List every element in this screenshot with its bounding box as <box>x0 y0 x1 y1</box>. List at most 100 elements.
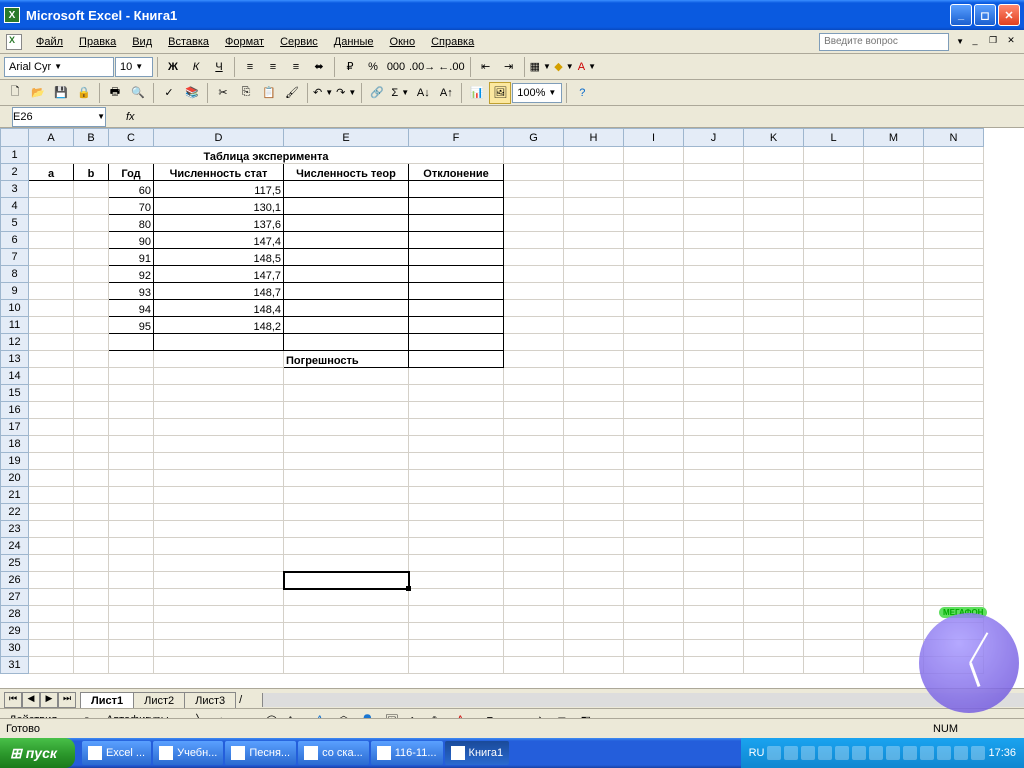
cell-C13[interactable] <box>109 351 154 368</box>
cell-L18[interactable] <box>804 436 864 453</box>
cell-I2[interactable] <box>624 164 684 181</box>
cell-A24[interactable] <box>29 538 74 555</box>
cell-K23[interactable] <box>744 521 804 538</box>
hyperlink-button[interactable]: 🔗 <box>366 82 388 104</box>
cell-E26[interactable] <box>284 572 409 589</box>
cell-N3[interactable] <box>924 181 984 198</box>
cell-J25[interactable] <box>684 555 744 572</box>
cell-D18[interactable] <box>154 436 284 453</box>
cell-K26[interactable] <box>744 572 804 589</box>
cell-A3[interactable] <box>29 181 74 198</box>
col-header-N[interactable]: N <box>924 129 984 147</box>
percent-button[interactable]: % <box>362 56 384 78</box>
cell-B29[interactable] <box>74 623 109 640</box>
cell-N23[interactable] <box>924 521 984 538</box>
cell-H10[interactable] <box>564 300 624 317</box>
grid[interactable]: ABCDEFGHIJKLMN1Таблица эксперимента2abГо… <box>0 128 984 674</box>
cell-N18[interactable] <box>924 436 984 453</box>
row-header-2[interactable]: 2 <box>1 164 29 181</box>
cell-L19[interactable] <box>804 453 864 470</box>
row-header-13[interactable]: 13 <box>1 351 29 368</box>
cell-C19[interactable] <box>109 453 154 470</box>
cell-L17[interactable] <box>804 419 864 436</box>
borders-button[interactable]: ▦▼ <box>529 56 552 78</box>
cell-J3[interactable] <box>684 181 744 198</box>
cell-G1[interactable] <box>504 147 564 164</box>
cell-F6[interactable] <box>409 232 504 249</box>
cell-H27[interactable] <box>564 589 624 606</box>
cell-E27[interactable] <box>284 589 409 606</box>
cell-D11[interactable]: 148,2 <box>154 317 284 334</box>
cell-E9[interactable] <box>284 283 409 300</box>
menu-data[interactable]: Данные <box>326 34 382 50</box>
cell-N27[interactable] <box>924 589 984 606</box>
cell-F17[interactable] <box>409 419 504 436</box>
cell-C4[interactable]: 70 <box>109 198 154 215</box>
tray-icon[interactable] <box>835 746 849 760</box>
cell-J31[interactable] <box>684 657 744 674</box>
cell-H3[interactable] <box>564 181 624 198</box>
row-header-31[interactable]: 31 <box>1 657 29 674</box>
cell-L9[interactable] <box>804 283 864 300</box>
cell-K22[interactable] <box>744 504 804 521</box>
row-header-5[interactable]: 5 <box>1 215 29 232</box>
cell-M13[interactable] <box>864 351 924 368</box>
cell-D24[interactable] <box>154 538 284 555</box>
cell-G28[interactable] <box>504 606 564 623</box>
cell-G6[interactable] <box>504 232 564 249</box>
cell-H4[interactable] <box>564 198 624 215</box>
cell-M31[interactable] <box>864 657 924 674</box>
cell-L24[interactable] <box>804 538 864 555</box>
cell-E21[interactable] <box>284 487 409 504</box>
cell-N12[interactable] <box>924 334 984 351</box>
cell-E28[interactable] <box>284 606 409 623</box>
cell-F15[interactable] <box>409 385 504 402</box>
cell-J13[interactable] <box>684 351 744 368</box>
cell-C3[interactable]: 60 <box>109 181 154 198</box>
undo-button[interactable]: ↶▼ <box>312 82 334 104</box>
cell-F31[interactable] <box>409 657 504 674</box>
cell-L5[interactable] <box>804 215 864 232</box>
cell-D29[interactable] <box>154 623 284 640</box>
cell-N5[interactable] <box>924 215 984 232</box>
cell-E20[interactable] <box>284 470 409 487</box>
row-header-21[interactable]: 21 <box>1 487 29 504</box>
cell-G16[interactable] <box>504 402 564 419</box>
cell-C23[interactable] <box>109 521 154 538</box>
menu-view[interactable]: Вид <box>124 34 160 50</box>
currency-button[interactable]: ₽ <box>339 56 361 78</box>
cell-A27[interactable] <box>29 589 74 606</box>
cell-D21[interactable] <box>154 487 284 504</box>
cell-K19[interactable] <box>744 453 804 470</box>
cell-G15[interactable] <box>504 385 564 402</box>
cell-H24[interactable] <box>564 538 624 555</box>
cell-L30[interactable] <box>804 640 864 657</box>
cell-C10[interactable]: 94 <box>109 300 154 317</box>
cell-I22[interactable] <box>624 504 684 521</box>
cell-C7[interactable]: 91 <box>109 249 154 266</box>
cell-C22[interactable] <box>109 504 154 521</box>
cell-M12[interactable] <box>864 334 924 351</box>
chart-wizard-button[interactable]: 📊 <box>466 82 488 104</box>
cell-J19[interactable] <box>684 453 744 470</box>
decrease-decimal-button[interactable]: ←.00 <box>437 56 465 78</box>
cell-G9[interactable] <box>504 283 564 300</box>
row-header-29[interactable]: 29 <box>1 623 29 640</box>
cell-L11[interactable] <box>804 317 864 334</box>
menu-file[interactable]: Файл <box>28 34 71 50</box>
cell-A12[interactable] <box>29 334 74 351</box>
cell-D26[interactable] <box>154 572 284 589</box>
cell-E2[interactable]: Численность теор <box>284 164 409 181</box>
cell-H19[interactable] <box>564 453 624 470</box>
font-name-combo[interactable]: Arial Cyr▼ <box>4 57 114 77</box>
cell-I5[interactable] <box>624 215 684 232</box>
cell-K9[interactable] <box>744 283 804 300</box>
cell-B5[interactable] <box>74 215 109 232</box>
cell-D4[interactable]: 130,1 <box>154 198 284 215</box>
cell-H13[interactable] <box>564 351 624 368</box>
cell-F19[interactable] <box>409 453 504 470</box>
cell-G31[interactable] <box>504 657 564 674</box>
cell-F21[interactable] <box>409 487 504 504</box>
cell-C28[interactable] <box>109 606 154 623</box>
cell-I9[interactable] <box>624 283 684 300</box>
